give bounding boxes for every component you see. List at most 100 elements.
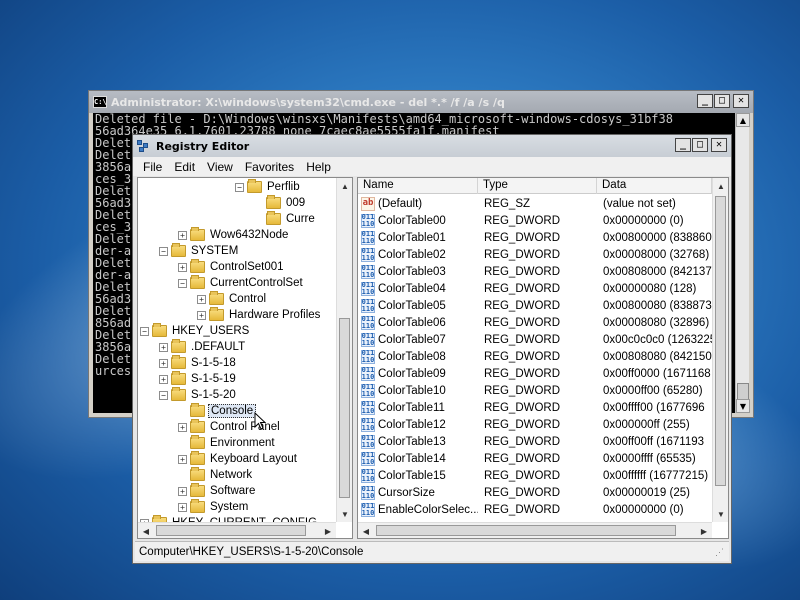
value-row[interactable]: 011 110 ColorTable13 REG_DWORD 0x00ff00ff (1… [358, 433, 712, 450]
registry-key-tree[interactable]: − Perflib 009 Curre + Wow6432Node − SYSTEM + Cont… [137, 177, 353, 539]
scroll-up-arrow-icon[interactable]: ▲ [714, 179, 728, 193]
tree-node-label[interactable]: SYSTEM [189, 245, 240, 257]
value-row[interactable]: 011 110 ColorTable08 REG_DWORD 0x00808080 (8… [358, 348, 712, 365]
expand-toggle-icon[interactable]: + [197, 294, 206, 304]
column-header-name[interactable]: Name [358, 178, 478, 194]
tree-node[interactable]: Network [178, 467, 254, 483]
scroll-down-arrow-icon[interactable]: ▼ [736, 399, 750, 413]
expand-toggle-icon[interactable]: + [159, 342, 168, 352]
scroll-right-arrow-icon[interactable]: ▶ [697, 524, 711, 538]
scroll-up-arrow-icon[interactable]: ▲ [736, 113, 750, 127]
tree-horizontal-scrollbar[interactable]: ◀ ▶ [138, 522, 336, 538]
expand-toggle-icon[interactable]: + [178, 486, 187, 496]
tree-node-label[interactable]: Network [208, 469, 254, 481]
tree-vertical-scrollbar[interactable]: ▲ ▼ [336, 178, 352, 522]
minimize-button[interactable]: _ [697, 94, 713, 108]
tree-node-label[interactable]: Control [227, 293, 268, 305]
value-row[interactable]: 011 110 ColorTable05 REG_DWORD 0x00800080 (8… [358, 297, 712, 314]
close-button[interactable]: ✕ [733, 94, 749, 108]
tree-node[interactable]: + Software [178, 483, 257, 499]
tree-node-label[interactable]: ControlSet001 [208, 261, 286, 273]
column-header-type[interactable]: Type [478, 178, 597, 194]
tree-node-label[interactable]: Wow6432Node [208, 229, 290, 241]
tree-node-label-selected[interactable]: Console [208, 404, 257, 418]
tree-node-label[interactable]: Environment [208, 437, 277, 449]
menu-edit[interactable]: Edit [168, 160, 201, 174]
tree-node[interactable]: + S-1-5-19 [159, 371, 238, 387]
tree-node[interactable]: − S-1-5-20 [159, 387, 238, 403]
scroll-left-arrow-icon[interactable]: ◀ [359, 524, 373, 538]
expand-toggle-icon[interactable]: + [197, 310, 206, 320]
value-row[interactable]: 011 110 ColorTable12 REG_DWORD 0x000000ff (2… [358, 416, 712, 433]
expand-toggle-icon[interactable]: + [178, 502, 187, 512]
tree-node-label[interactable]: System [208, 501, 250, 513]
value-row[interactable]: 011 110 ColorTable11 REG_DWORD 0x00ffff00 (1… [358, 399, 712, 416]
list-vscroll-thumb[interactable] [715, 196, 726, 486]
collapse-toggle-icon[interactable]: − [235, 182, 244, 192]
tree-node[interactable]: + .DEFAULT [159, 339, 247, 355]
cmd-vertical-scrollbar[interactable]: ▲ ▼ [735, 113, 750, 413]
tree-node-label[interactable]: S-1-5-19 [189, 373, 238, 385]
expand-toggle-icon[interactable]: + [178, 230, 187, 240]
registry-values-list[interactable]: Name Type Data ab (Default) REG_SZ (value n… [357, 177, 729, 539]
menu-file[interactable]: File [137, 160, 168, 174]
value-row[interactable]: 011 110 ColorTable07 REG_DWORD 0x00c0c0c0 (1… [358, 331, 712, 348]
expand-toggle-icon[interactable]: + [178, 454, 187, 464]
tree-node[interactable]: + System [178, 499, 250, 515]
tree-node-label[interactable]: Perflib [265, 181, 302, 193]
tree-node[interactable]: + Hardware Profiles [197, 307, 322, 323]
tree-node[interactable]: + Control [197, 291, 268, 307]
value-row[interactable]: 011 110 ColorTable02 REG_DWORD 0x00008000 (3… [358, 246, 712, 263]
tree-node-label[interactable]: Keyboard Layout [208, 453, 299, 465]
menu-help[interactable]: Help [300, 160, 337, 174]
expand-toggle-icon[interactable]: + [178, 262, 187, 272]
tree-node[interactable]: − CurrentControlSet [178, 275, 305, 291]
scroll-down-arrow-icon[interactable]: ▼ [714, 507, 728, 521]
scroll-left-arrow-icon[interactable]: ◀ [139, 524, 153, 538]
scroll-up-arrow-icon[interactable]: ▲ [338, 179, 352, 193]
tree-node-label[interactable]: Curre [284, 213, 317, 225]
value-row[interactable]: 011 110 ColorTable09 REG_DWORD 0x00ff0000 (1… [358, 365, 712, 382]
resize-grip-icon[interactable]: ⋰ [715, 547, 727, 559]
tree-node[interactable]: − SYSTEM [159, 243, 240, 259]
scroll-right-arrow-icon[interactable]: ▶ [321, 524, 335, 538]
tree-node[interactable]: + Wow6432Node [178, 227, 290, 243]
value-row[interactable]: 011 110 EnableColorSelec... REG_DWORD 0x0000… [358, 501, 712, 518]
expand-toggle-icon[interactable]: + [178, 422, 187, 432]
list-vertical-scrollbar[interactable]: ▲ ▼ [712, 178, 728, 522]
tree-node[interactable]: Environment [178, 435, 277, 451]
collapse-toggle-icon[interactable]: − [159, 390, 168, 400]
tree-node-label[interactable]: S-1-5-20 [189, 389, 238, 401]
value-row[interactable]: 011 110 CursorSize REG_DWORD 0x00000019 (25) [358, 484, 712, 501]
value-row[interactable]: 011 110 ColorTable10 REG_DWORD 0x0000ff00 (6… [358, 382, 712, 399]
registry-editor-window[interactable]: Registry Editor _ □ ✕ File Edit View Fav… [132, 134, 732, 564]
expand-toggle-icon[interactable]: + [159, 374, 168, 384]
tree-node[interactable]: + Keyboard Layout [178, 451, 299, 467]
tree-hscroll-thumb[interactable] [156, 525, 306, 536]
expand-toggle-icon[interactable]: + [159, 358, 168, 368]
column-header-data[interactable]: Data [597, 178, 712, 194]
value-row[interactable]: 011 110 ColorTable15 REG_DWORD 0x00ffffff (1… [358, 467, 712, 484]
tree-node-label[interactable]: .DEFAULT [189, 341, 247, 353]
tree-vscroll-thumb[interactable] [339, 318, 350, 498]
tree-node-label[interactable]: CurrentControlSet [208, 277, 305, 289]
tree-node-label[interactable]: HKEY_USERS [170, 325, 251, 337]
collapse-toggle-icon[interactable]: − [159, 246, 168, 256]
maximize-button[interactable]: □ [692, 138, 708, 152]
tree-node[interactable]: Console [178, 403, 257, 419]
tree-node[interactable]: 009 [254, 195, 307, 211]
tree-node[interactable]: Curre [254, 211, 317, 227]
scroll-down-arrow-icon[interactable]: ▼ [338, 507, 352, 521]
close-button[interactable]: ✕ [711, 138, 727, 152]
tree-node-label[interactable]: Hardware Profiles [227, 309, 322, 321]
tree-node-label[interactable]: 009 [284, 197, 307, 209]
value-row[interactable]: 011 110 ColorTable00 REG_DWORD 0x00000000 (0… [358, 212, 712, 229]
value-row[interactable]: 011 110 ColorTable01 REG_DWORD 0x00800000 (8… [358, 229, 712, 246]
tree-node[interactable]: − Perflib [235, 179, 302, 195]
tree-node[interactable]: + ControlSet001 [178, 259, 286, 275]
menu-view[interactable]: View [201, 160, 239, 174]
tree-node-label[interactable]: Control Panel [208, 421, 282, 433]
tree-node[interactable]: − HKEY_USERS [140, 323, 251, 339]
maximize-button[interactable]: □ [714, 94, 730, 108]
collapse-toggle-icon[interactable]: − [178, 278, 187, 288]
